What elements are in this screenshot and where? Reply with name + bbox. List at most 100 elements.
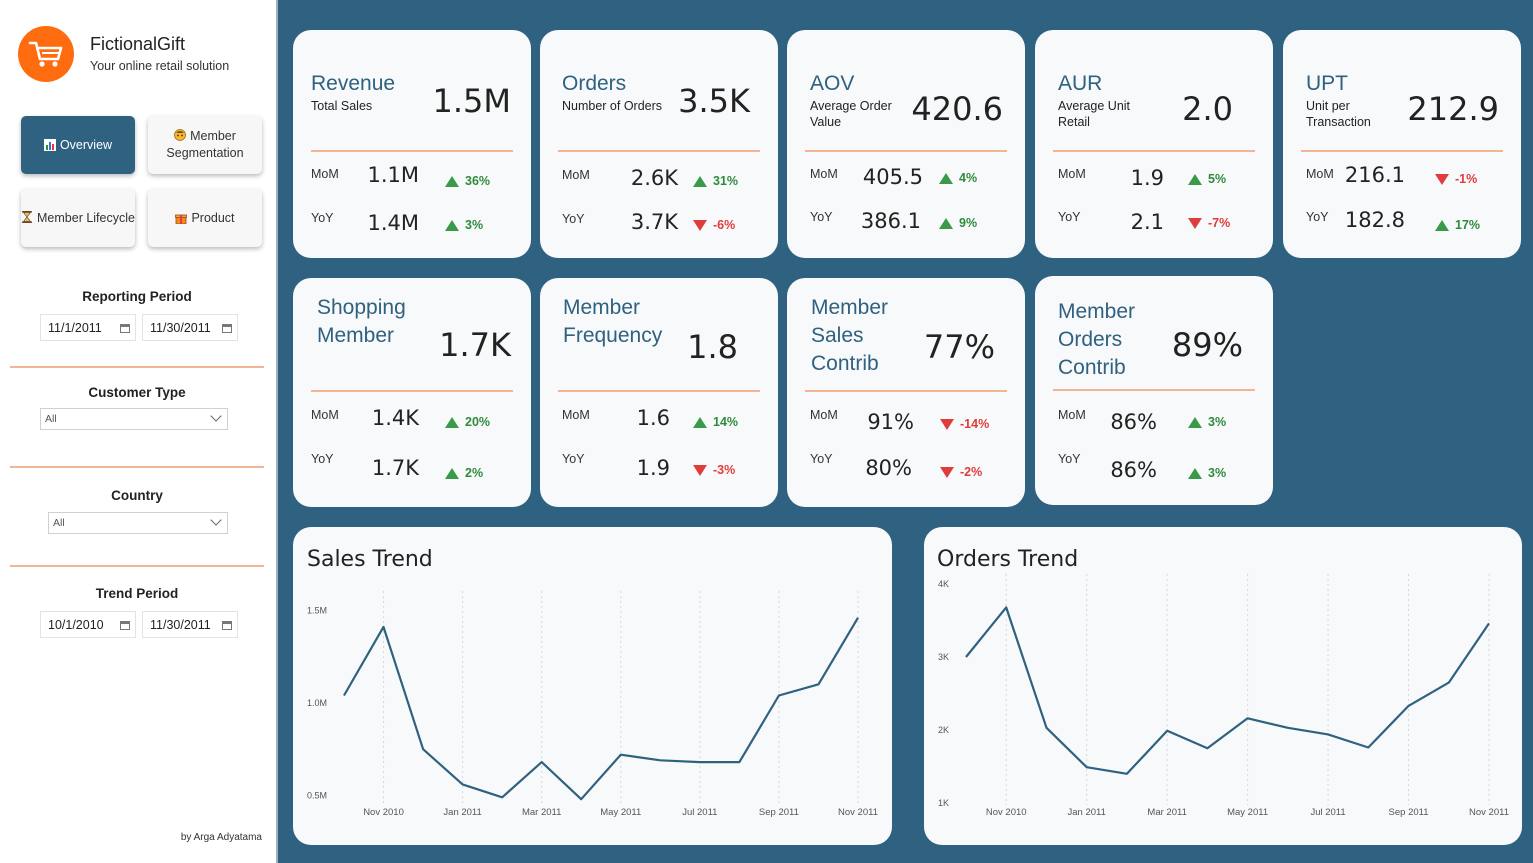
kpi-card-shopping-member[interactable]: Shopping Member 1.7K MoM 1.4K 20% YoY 1.… — [293, 278, 531, 507]
yoy-change: 17% — [1435, 218, 1480, 232]
yoy-value: 1.9 — [636, 456, 670, 480]
data-point — [856, 616, 860, 620]
kpi-card-aur[interactable]: AUR Average Unit Retail 2.0 MoM 1.9 5% Y… — [1035, 30, 1273, 258]
trend-end-date[interactable]: 11/30/2011 — [142, 611, 238, 638]
trend-start-date[interactable]: 10/1/2010 — [40, 611, 136, 638]
chevron-down-icon — [210, 410, 222, 422]
kpi-value: 1.7K — [439, 326, 511, 364]
mom-label: MoM — [810, 167, 838, 181]
yoy-change-value: -2% — [960, 465, 983, 479]
kpi-card-aov[interactable]: AOV Average Order Value 420.6 MoM 405.5 … — [787, 30, 1025, 258]
down-arrow-icon — [693, 464, 707, 476]
kpi-value: 1.8 — [687, 328, 738, 366]
member-lifecycle-button[interactable]: Member Lifecycle — [21, 189, 135, 247]
x-tick-label: Mar 2011 — [1147, 807, 1186, 818]
mom-label: MoM — [311, 167, 339, 181]
x-tick-label: Nov 2011 — [1469, 807, 1509, 818]
app-tagline: Your online retail solution — [90, 59, 230, 73]
up-arrow-icon — [1188, 416, 1202, 428]
series-line — [343, 617, 859, 801]
mom-label: MoM — [311, 408, 339, 422]
yoy-change-value: 3% — [465, 218, 484, 232]
chevron-down-icon — [210, 514, 222, 526]
kpi-card-member-frequency[interactable]: Member Frequency 1.8 MoM 1.6 14% YoY 1.9… — [540, 278, 778, 507]
product-label: Product — [191, 210, 235, 225]
country-value: All — [53, 517, 65, 529]
mom-change-value: 14% — [713, 415, 739, 429]
kpi-value: 89% — [1171, 326, 1243, 364]
kpi-card-member-sales-contrib[interactable]: Member Sales Contrib 77% MoM 91% -14% Yo… — [787, 278, 1025, 507]
mom-value: 1.1M — [367, 163, 419, 187]
calendar-icon[interactable] — [120, 621, 130, 630]
bar-chart-icon — [43, 139, 56, 151]
data-point — [1165, 729, 1169, 733]
data-point — [1085, 765, 1089, 769]
mom-label: MoM — [1058, 167, 1086, 181]
data-point — [1286, 726, 1290, 730]
orders-trend-chart[interactable]: Nov 2010 Jan 2011 Mar 2011 May 2011 Jul 2011… — [924, 527, 1522, 845]
overview-button[interactable]: Overview — [21, 116, 135, 174]
member-segmentation-button[interactable]: Member Segmentation — [148, 116, 262, 174]
data-point — [1044, 726, 1048, 730]
kpi-subtitle: Average Unit Retail — [1058, 99, 1131, 129]
yoy-label: YoY — [810, 210, 833, 224]
x-tick-label: Jul 2011 — [682, 807, 717, 818]
kpi-card-orders[interactable]: Orders Number of Orders 3.5K MoM 2.6K 31… — [540, 30, 778, 258]
yoy-change-value: -3% — [713, 463, 736, 477]
calendar-icon[interactable] — [222, 324, 232, 333]
data-point — [658, 758, 662, 762]
x-tick-label: May 2011 — [1227, 807, 1268, 818]
kpi-title: Member Frequency — [563, 296, 663, 347]
calendar-icon[interactable] — [120, 324, 130, 333]
data-point — [619, 753, 623, 757]
y-tick-label: 4K — [938, 579, 949, 589]
kpi-value: 77% — [923, 328, 995, 366]
kpi-divider — [1053, 389, 1255, 391]
kpi-divider — [311, 390, 513, 392]
mom-label: MoM — [562, 168, 590, 182]
data-point — [777, 693, 781, 697]
x-tick-label: Mar 2011 — [522, 807, 561, 818]
product-button[interactable]: Product — [148, 189, 262, 247]
mom-change: 3% — [1188, 415, 1226, 429]
reporting-start-date[interactable]: 11/1/2011 — [40, 314, 136, 341]
yoy-value: 3.7K — [630, 210, 678, 234]
overview-label: Overview — [59, 137, 113, 152]
kpi-divider — [311, 150, 513, 152]
country-select[interactable]: All — [48, 512, 228, 534]
yoy-change-value: 3% — [1208, 466, 1227, 480]
calendar-icon[interactable] — [222, 621, 232, 630]
data-point — [421, 747, 425, 751]
yoy-value: 182.8 — [1344, 208, 1405, 232]
customer-type-select[interactable]: All — [40, 408, 228, 430]
mom-value: 1.9 — [1130, 166, 1164, 190]
kpi-divider — [805, 390, 1007, 392]
data-point — [737, 760, 741, 764]
x-tick-label: Sep 2011 — [759, 807, 799, 818]
mom-change-value: 20% — [465, 415, 491, 429]
yoy-change-value: 2% — [465, 466, 484, 480]
yoy-change-value: 17% — [1455, 218, 1481, 232]
data-point — [1004, 605, 1008, 609]
kpi-card-upt[interactable]: UPT Unit per Transaction 212.9 MoM 216.1… — [1283, 30, 1521, 258]
mom-change: -14% — [940, 417, 989, 431]
up-arrow-icon — [1435, 219, 1449, 231]
up-arrow-icon — [445, 219, 459, 231]
up-arrow-icon — [1188, 173, 1202, 185]
kpi-card-revenue[interactable]: Revenue Total Sales 1.5M MoM 1.1M 36% Yo… — [293, 30, 531, 258]
trend-end-value: 11/30/2011 — [150, 618, 211, 632]
yoy-value: 80% — [865, 456, 912, 480]
yoy-value: 1.4M — [367, 211, 419, 235]
sales-trend-chart[interactable]: Nov 2010 Jan 2011 Mar 2011 May 2011 Jul 2011… — [293, 527, 892, 845]
data-point — [382, 625, 386, 629]
yoy-change: -6% — [693, 218, 735, 232]
reporting-end-date[interactable]: 11/30/2011 — [142, 314, 238, 341]
yoy-label: YoY — [810, 452, 833, 466]
down-arrow-icon — [940, 418, 954, 430]
kpi-subtitle: Total Sales — [311, 99, 373, 113]
kpi-title: AOV — [810, 72, 855, 95]
yoy-change: 3% — [1188, 466, 1226, 480]
up-arrow-icon — [445, 467, 459, 479]
kpi-card-member-orders-contrib[interactable]: Member Orders Contrib 89% MoM 86% 3% YoY… — [1035, 276, 1273, 505]
up-arrow-icon — [445, 416, 459, 428]
